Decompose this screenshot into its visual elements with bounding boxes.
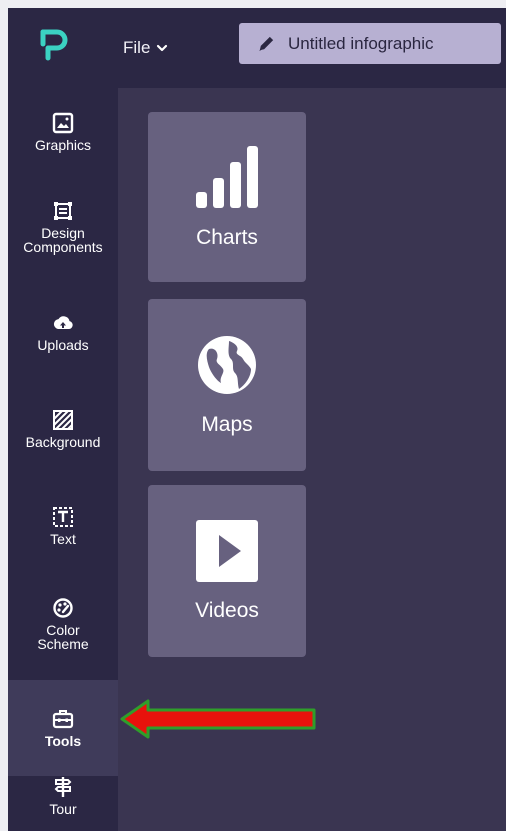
background-pattern-icon [53, 410, 73, 430]
sidebar-item-tour[interactable]: Tour [8, 776, 118, 816]
cloud-upload-icon [53, 316, 73, 329]
sidebar-item-label: Graphics [34, 137, 92, 153]
file-menu[interactable]: File [123, 34, 168, 62]
sidebar-item-design-components[interactable]: Design Components [8, 200, 118, 254]
document-title-field[interactable]: Untitled infographic [239, 23, 501, 64]
play-icon [196, 520, 258, 582]
sidebar-item-color-scheme[interactable]: Color Scheme [8, 597, 118, 651]
sidebar-item-uploads[interactable]: Uploads [8, 312, 118, 352]
annotation-arrow-icon [120, 699, 316, 739]
sidebar-item-label: Design Components [23, 225, 103, 255]
document-title: Untitled infographic [288, 33, 434, 53]
sidebar-item-label: Tools [44, 733, 82, 749]
sidebar-item-label: Text [50, 531, 76, 547]
bar-chart-icon [196, 146, 258, 208]
top-bar: File Untitled infographic [8, 8, 506, 88]
signpost-icon [54, 777, 72, 797]
text-icon [53, 507, 73, 527]
app-logo-icon[interactable] [38, 28, 68, 62]
image-icon [52, 112, 74, 134]
maps-card-label: Maps [201, 413, 253, 436]
charts-card-label: Charts [196, 226, 258, 249]
charts-card[interactable]: Charts [148, 112, 306, 282]
sidebar-item-graphics[interactable]: Graphics [8, 112, 118, 152]
components-icon [54, 202, 72, 220]
sidebar-item-text[interactable]: Text [8, 506, 118, 546]
toolbox-icon [52, 710, 74, 729]
sidebar-item-label: Tour [49, 801, 77, 817]
videos-card[interactable]: Videos [148, 485, 306, 657]
sidebar-item-background[interactable]: Background [8, 409, 118, 449]
globe-icon [198, 336, 256, 394]
sidebar-item-label: Color Scheme [37, 622, 89, 652]
file-menu-label: File [123, 38, 151, 57]
sidebar: Graphics Design Components Uploads Backg… [8, 88, 118, 831]
sidebar-item-label: Background [25, 434, 101, 450]
maps-card[interactable]: Maps [148, 299, 306, 471]
palette-icon [53, 598, 73, 618]
videos-card-label: Videos [195, 599, 259, 622]
chevron-down-icon [157, 44, 168, 52]
pencil-icon [259, 36, 274, 52]
sidebar-item-tools[interactable]: Tools [8, 680, 118, 776]
sidebar-item-label: Uploads [37, 337, 89, 353]
